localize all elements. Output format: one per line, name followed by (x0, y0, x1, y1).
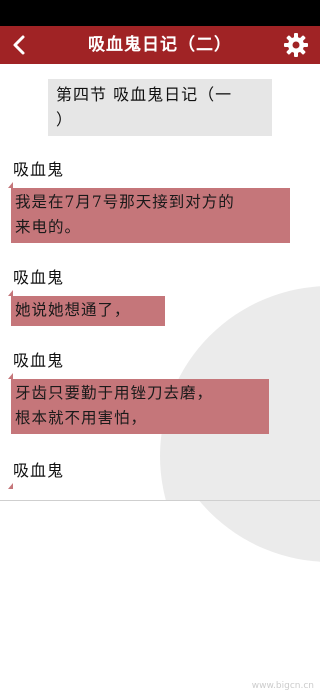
page-title: 吸血鬼日记（二） (88, 35, 232, 55)
message-bubble: 牙齿只要勤于用锉刀去磨， 根本就不用害怕， (11, 379, 269, 434)
watermark: www.bigcn.cn (251, 681, 314, 691)
speaker-name: 吸血鬼 (13, 351, 65, 370)
message-line: 她说她想通了， (15, 301, 131, 319)
settings-button[interactable] (282, 31, 310, 59)
status-bar (0, 0, 320, 26)
speaker-name: 吸血鬼 (13, 461, 65, 480)
message-bubble: 她说她想通了， (11, 296, 165, 326)
section-title-line: ） (56, 110, 74, 129)
message-line: 我是在7月7号那天接到对方的 (15, 193, 235, 211)
message-line: 来电的。 (15, 218, 82, 236)
chevron-left-icon (13, 35, 25, 55)
app-header: 吸血鬼日记（二） (0, 26, 320, 64)
section-title-line: 第四节 吸血鬼日记（一 (56, 85, 233, 104)
background-circle (160, 501, 320, 562)
speaker-name: 吸血鬼 (13, 268, 65, 287)
speaker-name: 吸血鬼 (13, 160, 65, 179)
gear-icon (284, 33, 308, 57)
back-button[interactable] (6, 31, 34, 59)
message-bubble: 我是在7月7号那天接到对方的 来电的。 (11, 188, 290, 243)
bottom-tap-area[interactable]: www.bigcn.cn (0, 501, 320, 693)
message-line: 牙齿只要勤于用锉刀去磨， (15, 384, 214, 402)
chat-area[interactable]: 第四节 吸血鬼日记（一 ） 吸血鬼 我是在7月7号那天接到对方的 来电的。 吸血… (0, 64, 320, 500)
section-title-card: 第四节 吸血鬼日记（一 ） (48, 79, 272, 136)
message-line: 根本就不用害怕， (15, 409, 148, 427)
bubble-tail (8, 483, 13, 489)
